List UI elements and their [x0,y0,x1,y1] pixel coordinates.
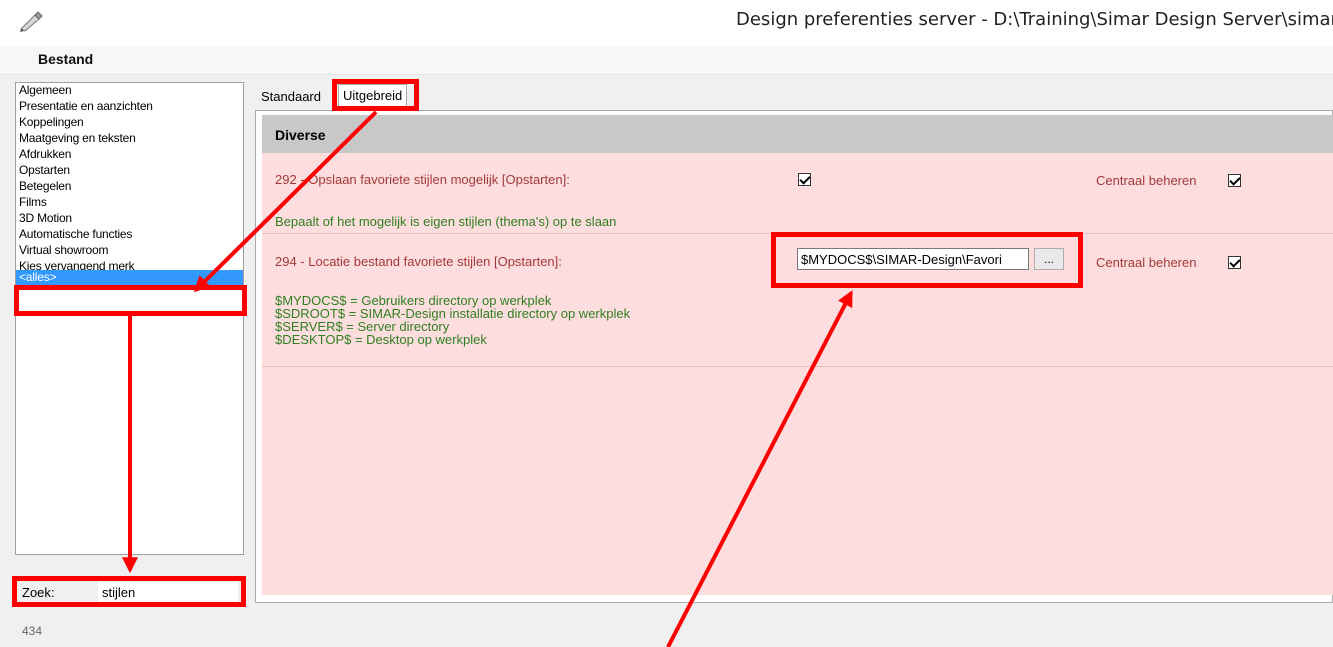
annotation-arrows [122,110,853,647]
arrow-line [666,290,853,647]
arrow-line [193,110,378,293]
